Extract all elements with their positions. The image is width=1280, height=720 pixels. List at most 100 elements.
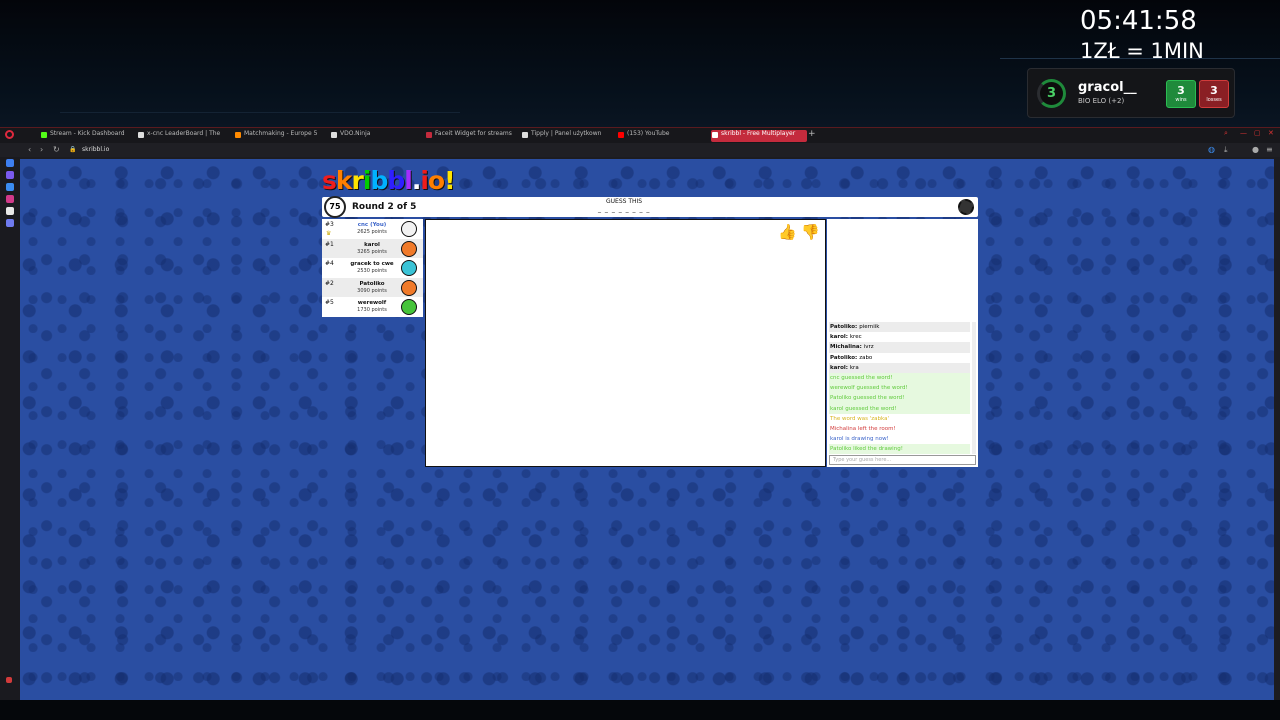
player-row[interactable]: #2 Patoliko 3090 points (322, 277, 423, 298)
player-row[interactable]: #5 werewolf 1730 points (322, 297, 423, 317)
chat-message: karol: kra (829, 362, 970, 373)
browser-tab[interactable]: x-cnc LeaderBoard | The (137, 130, 229, 142)
instagram-icon[interactable] (6, 195, 14, 203)
tiktok-icon[interactable] (6, 207, 14, 215)
twitch-icon[interactable] (6, 171, 14, 179)
chat-message: werewolf guessed the word! (829, 383, 970, 394)
maximize-icon[interactable]: ▢ (1254, 129, 1261, 137)
back-icon[interactable]: ‹ (28, 145, 31, 154)
logo-letter: r (351, 166, 364, 195)
tab-favicon-icon (138, 132, 144, 138)
chat-message: karol guessed the word! (829, 403, 970, 414)
chat-scrollbar[interactable] (972, 322, 976, 454)
guess-input[interactable]: Type your guess here... (829, 455, 976, 465)
forward-icon[interactable]: › (40, 145, 43, 154)
drawing-canvas[interactable]: 👍 👎 (425, 219, 826, 467)
player-name: gracek to cwe (350, 261, 394, 268)
minimize-icon[interactable]: — (1240, 129, 1247, 137)
player-avatar (401, 260, 417, 277)
browser-tab[interactable]: (153) YouTube (617, 130, 707, 142)
profile-icon[interactable]: ● (1252, 145, 1259, 154)
faceit-level-badge: 3 (1037, 79, 1066, 108)
chat-username: karol: (830, 334, 850, 341)
browser-tab[interactable]: Matchmaking - Europe 5 (234, 130, 326, 142)
browser-tab[interactable]: Faceit Widget for streams (425, 130, 517, 142)
tab-label: Stream - Kick Dashboard (50, 130, 125, 137)
chat-message: Michalina left the room! (829, 424, 970, 434)
url-field[interactable]: skribbl.io (82, 146, 109, 153)
browser-tab[interactable]: skribbl - Free Multiplayer (711, 130, 807, 142)
chat-message: karol is drawing now! (829, 434, 970, 444)
player-avatar (401, 299, 417, 316)
player-points: 2625 points (357, 229, 387, 235)
tab-label: x-cnc LeaderBoard | The (147, 130, 221, 137)
logo-letter: l (404, 166, 413, 195)
logo-letter: o (427, 166, 445, 195)
chat-message: karol: krec (829, 332, 970, 342)
word-hint: _ _ _ _ _ _ _ _ (598, 206, 651, 213)
chat-text: The word was 'zabka' (830, 415, 889, 422)
browser-tab[interactable]: Stream - Kick Dashboard (40, 130, 132, 142)
faceit-elo: BIO ELO (+2) (1078, 97, 1125, 105)
browser-tab[interactable]: VDO.Ninja (330, 130, 420, 142)
player-avatar (401, 240, 417, 257)
chat-text: Patoliko guessed the word! (830, 395, 905, 402)
chat-message: Patoliko: zabo (829, 353, 970, 363)
stream-clock: 05:41:58 (1080, 6, 1197, 36)
wins-label: wins (1175, 97, 1187, 103)
opera-logo-icon[interactable] (5, 130, 14, 139)
close-icon[interactable]: ✕ (1268, 129, 1274, 137)
player-rank: #2 (325, 279, 334, 287)
menu-icon[interactable]: ≡ (1266, 145, 1273, 154)
player-avatar (401, 279, 417, 296)
losses-label: losses (1206, 97, 1222, 103)
player-list: #3 cnc (You) 2625 points ♛ #1 karol 3265 point… (322, 219, 423, 317)
player-name: cnc (You) (357, 222, 387, 228)
reload-icon[interactable]: ↻ (53, 145, 60, 154)
discord-icon[interactable] (6, 219, 14, 227)
thumbs-up-icon[interactable]: 👍 (778, 223, 797, 241)
search-tabs-icon[interactable]: ⌕ (1224, 129, 1228, 138)
player-row[interactable]: #3 cnc (You) 2625 points ♛ (322, 219, 423, 239)
screen: 05:41:58 1ZŁ = 1MIN 3 gracol__ BIO ELO (… (0, 0, 1280, 720)
browser-window: Stream - Kick Dashboard x-cnc LeaderBoard… (0, 127, 1280, 700)
browser-sidebar (0, 157, 20, 700)
chat-message: The word was 'zabka' (829, 414, 970, 424)
chat-username: Patoliko: (830, 354, 860, 361)
thumbs-down-icon[interactable]: 👎 (801, 223, 820, 241)
tab-bar: Stream - Kick Dashboard x-cnc LeaderBoard… (0, 127, 1280, 143)
chat-text: Michalina left the room! (830, 425, 896, 432)
chat-text: pierniik (859, 324, 880, 330)
tab-favicon-icon (235, 132, 241, 138)
logo-letter: b (387, 166, 405, 195)
aria-icon[interactable] (6, 159, 14, 167)
logo-letter: b (370, 166, 388, 195)
settings-gear-icon[interactable] (958, 199, 974, 215)
player-name: werewolf (357, 300, 387, 307)
tab-favicon-icon (712, 132, 718, 138)
chat-message: Patoliko: pierniik (829, 322, 970, 333)
wins-count: 3 (1177, 84, 1185, 97)
downloads-icon[interactable]: ⤓ (1224, 145, 1228, 155)
tab-favicon-icon (618, 132, 624, 138)
guess-this-label: GUESS THIS (606, 198, 643, 205)
extensions-icon[interactable]: ◍ (1208, 145, 1215, 154)
player-rank: #1 (325, 240, 334, 248)
browser-tab[interactable]: Tipply | Panel użytkown (521, 130, 613, 142)
chat-username: Michalina: (830, 344, 864, 351)
player-row[interactable]: #1 karol 3265 points (322, 238, 423, 259)
chat-text: krec (849, 334, 862, 341)
tab-label: Tipply | Panel użytkown (531, 130, 602, 137)
logo-letter: s (322, 166, 337, 195)
player-row[interactable]: #4 gracek to cwe 2530 points (322, 258, 423, 278)
tab-label: Matchmaking - Europe 5 (244, 130, 318, 137)
new-tab-icon[interactable]: + (808, 129, 816, 139)
settings-icon[interactable] (6, 677, 12, 683)
tab-label: VDO.Ninja (340, 130, 371, 137)
chat-text: karol guessed the word! (830, 405, 897, 412)
faceit-widget: 3 gracol__ BIO ELO (+2) 3 wins 3 losses (1027, 68, 1235, 118)
chat-text: kra (849, 364, 859, 371)
player-name: karol (364, 241, 380, 248)
messenger-icon[interactable] (6, 183, 14, 191)
logo-letter: i (420, 166, 429, 195)
